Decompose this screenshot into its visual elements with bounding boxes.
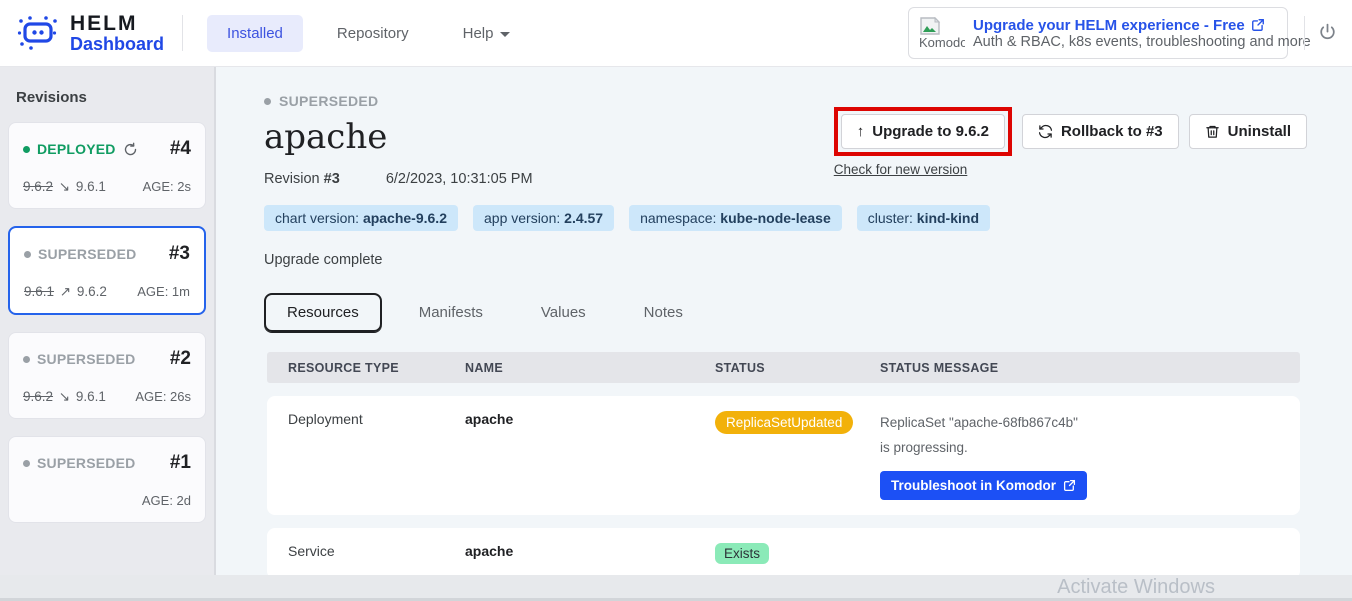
release-status-text: Upgrade complete bbox=[264, 252, 1352, 268]
helm-dashboard-logo[interactable]: HELM Dashboard bbox=[16, 13, 164, 54]
revisions-sidebar: Revisions DEPLOYED #4 9.6.2 ↘ 9.6.1 AGE:… bbox=[0, 67, 216, 575]
revision-age: AGE: 1m bbox=[137, 284, 190, 299]
status-dot bbox=[264, 98, 271, 105]
resource-type: Deployment bbox=[288, 411, 465, 427]
revision-number: #4 bbox=[170, 138, 191, 160]
revision-age: AGE: 26s bbox=[135, 389, 191, 404]
status-dot bbox=[24, 251, 31, 258]
tab-manifests[interactable]: Manifests bbox=[398, 295, 504, 330]
tab-resources[interactable]: Resources bbox=[264, 293, 382, 332]
broken-image-icon bbox=[919, 17, 965, 35]
revision-age: AGE: 2d bbox=[142, 493, 191, 508]
highlight-box: ↑ Upgrade to 9.6.2 bbox=[834, 107, 1012, 156]
chevron-down-icon bbox=[500, 32, 510, 37]
tab-notes[interactable]: Notes bbox=[623, 295, 704, 330]
status-dot bbox=[23, 460, 30, 467]
namespace-chip: namespace: kube-node-lease bbox=[629, 205, 842, 231]
cluster-chip: cluster: kind-kind bbox=[857, 205, 990, 231]
activate-windows-watermark: Activate Windows bbox=[1057, 576, 1215, 599]
sidebar-title: Revisions bbox=[16, 89, 206, 106]
top-nav-bar: HELM Dashboard Installed Repository Help… bbox=[0, 0, 1352, 67]
power-icon[interactable] bbox=[1317, 22, 1338, 43]
troubleshoot-button[interactable]: Troubleshoot in Komodor bbox=[880, 471, 1087, 500]
revision-card-4[interactable]: DEPLOYED #4 9.6.2 ↘ 9.6.1 AGE: 2s bbox=[8, 122, 206, 209]
logo-title: HELM bbox=[70, 13, 164, 35]
up-arrow-icon: ↑ bbox=[857, 123, 865, 140]
komodor-upgrade-banner[interactable]: Komodor Upgrade your HELM experience - F… bbox=[908, 7, 1288, 59]
revision-versions: 9.6.2 ↘ 9.6.1 bbox=[23, 389, 106, 405]
tab-installed[interactable]: Installed bbox=[207, 15, 303, 52]
revision-number: #2 bbox=[170, 348, 191, 370]
bottom-bar: Activate Windows bbox=[0, 575, 1352, 601]
upgrade-arrow-icon: ↗ bbox=[60, 284, 71, 299]
resource-type: Service bbox=[288, 543, 465, 559]
external-link-icon bbox=[1251, 18, 1265, 32]
main-nav: Installed Repository Help bbox=[207, 15, 530, 52]
rollback-button[interactable]: Rollback to #3 bbox=[1022, 114, 1179, 149]
rollback-icon bbox=[1038, 124, 1053, 139]
revision-status: SUPERSEDED bbox=[37, 351, 135, 367]
revision-versions: 9.6.2 ↘ 9.6.1 bbox=[23, 179, 106, 195]
upgrade-button[interactable]: ↑ Upgrade to 9.6.2 bbox=[841, 114, 1005, 149]
resources-table: RESOURCE TYPE NAME STATUS STATUS MESSAGE… bbox=[267, 352, 1300, 579]
status-message: ReplicaSet "apache-68fb867c4b" is progre… bbox=[880, 411, 1090, 461]
table-header: RESOURCE TYPE NAME STATUS STATUS MESSAGE bbox=[267, 352, 1300, 383]
chart-version-chip: chart version: apache-9.6.2 bbox=[264, 205, 458, 231]
trash-icon bbox=[1205, 124, 1220, 139]
reload-icon[interactable] bbox=[123, 142, 138, 157]
table-row: Deployment apache ReplicaSetUpdated Repl… bbox=[267, 396, 1300, 515]
logo-subtitle: Dashboard bbox=[70, 35, 164, 54]
revision-status: DEPLOYED bbox=[37, 141, 116, 157]
table-row: Service apache Exists bbox=[267, 528, 1300, 579]
revision-versions: 9.6.1 ↗ 9.6.2 bbox=[24, 284, 107, 300]
revision-date: 6/2/2023, 10:31:05 PM bbox=[386, 171, 533, 187]
app-version-chip: app version: 2.4.57 bbox=[473, 205, 614, 231]
status-badge: Exists bbox=[715, 543, 769, 564]
helm-robot-icon bbox=[16, 13, 60, 53]
detail-tabs: Resources Manifests Values Notes bbox=[264, 293, 1352, 332]
resource-name: apache bbox=[465, 411, 715, 427]
tab-repository[interactable]: Repository bbox=[317, 15, 429, 52]
revision-status: SUPERSEDED bbox=[37, 455, 135, 471]
banner-subtitle: Auth & RBAC, k8s events, troubleshooting… bbox=[973, 34, 1311, 50]
downgrade-arrow-icon: ↘ bbox=[59, 389, 70, 404]
revision-card-3[interactable]: SUPERSEDED #3 9.6.1 ↗ 9.6.2 AGE: 1m bbox=[8, 226, 206, 315]
external-link-icon bbox=[1063, 479, 1076, 492]
uninstall-button[interactable]: Uninstall bbox=[1189, 114, 1307, 149]
revision-card-1[interactable]: SUPERSEDED #1 AGE: 2d bbox=[8, 436, 206, 523]
tab-values[interactable]: Values bbox=[520, 295, 607, 330]
revision-card-2[interactable]: SUPERSEDED #2 9.6.2 ↘ 9.6.1 AGE: 26s bbox=[8, 332, 206, 419]
revision-number: #3 bbox=[324, 171, 340, 187]
revision-number: #3 bbox=[169, 243, 190, 265]
status-badge: ReplicaSetUpdated bbox=[715, 411, 853, 434]
status-dot bbox=[23, 356, 30, 363]
downgrade-arrow-icon: ↘ bbox=[59, 179, 70, 194]
resource-name: apache bbox=[465, 543, 715, 559]
check-new-version-link[interactable]: Check for new version bbox=[834, 162, 1012, 177]
release-metadata-chips: chart version: apache-9.6.2 app version:… bbox=[264, 205, 1352, 231]
revision-status: SUPERSEDED bbox=[38, 246, 136, 262]
release-detail-panel: SUPERSEDED apache Revision #3 6/2/2023, … bbox=[216, 67, 1352, 575]
menu-help[interactable]: Help bbox=[443, 15, 531, 52]
release-actions: ↑ Upgrade to 9.6.2 Check for new version… bbox=[834, 107, 1307, 177]
topbar-divider bbox=[182, 15, 183, 51]
revision-number: #1 bbox=[170, 452, 191, 474]
status-dot bbox=[23, 146, 30, 153]
banner-title: Upgrade your HELM experience - Free bbox=[973, 17, 1311, 34]
revision-age: AGE: 2s bbox=[143, 179, 191, 194]
banner-image-alt: Komodor bbox=[919, 35, 965, 50]
power-divider bbox=[1304, 16, 1305, 50]
